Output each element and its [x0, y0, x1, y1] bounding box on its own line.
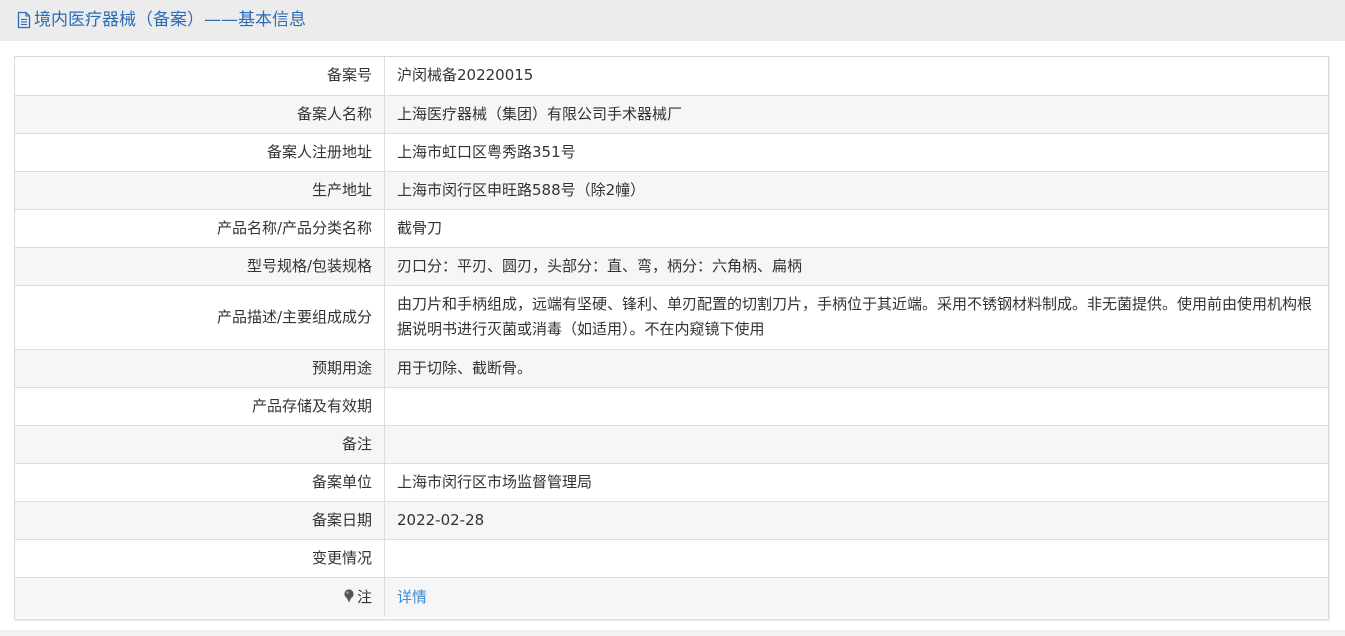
table-row: 备案单位 上海市闵行区市场监督管理局	[15, 463, 1328, 502]
note-label: 注	[15, 577, 385, 617]
table-row: 备案日期 2022-02-28	[15, 501, 1328, 540]
field-value: 2022-02-28	[384, 501, 1328, 540]
field-value: 截骨刀	[384, 209, 1328, 248]
note-label-text: 注	[356, 587, 372, 606]
document-icon	[17, 11, 31, 29]
field-label: 备案人注册地址	[15, 133, 385, 172]
field-value: 上海市闵行区市场监督管理局	[384, 463, 1328, 502]
table-row: 备案人注册地址 上海市虹口区粤秀路351号	[15, 133, 1328, 172]
info-table: 备案号 沪闵械备20220015 备案人名称 上海医疗器械（集团）有限公司手术器…	[15, 57, 1328, 617]
pin-icon	[344, 589, 354, 603]
field-label: 型号规格/包装规格	[15, 247, 385, 286]
info-panel: 备案号 沪闵械备20220015 备案人名称 上海医疗器械（集团）有限公司手术器…	[14, 56, 1329, 620]
table-row: 型号规格/包装规格 刃口分：平刃、圆刃，头部分：直、弯，柄分：六角柄、扁柄	[15, 247, 1328, 286]
page-header: 境内医疗器械（备案）——基本信息	[0, 0, 1345, 41]
field-label: 产品存储及有效期	[15, 387, 385, 426]
field-value	[384, 387, 1328, 426]
table-row: 生产地址 上海市闵行区申旺路588号（除2幢）	[15, 171, 1328, 210]
table-row: 备案人名称 上海医疗器械（集团）有限公司手术器械厂	[15, 95, 1328, 134]
details-link[interactable]: 详情	[397, 588, 427, 606]
table-row: 产品名称/产品分类名称 截骨刀	[15, 209, 1328, 248]
field-value: 上海市闵行区申旺路588号（除2幢）	[384, 171, 1328, 210]
field-label: 备案单位	[15, 463, 385, 502]
field-label: 备案人名称	[15, 95, 385, 134]
table-row: 产品描述/主要组成成分 由刀片和手柄组成，远端有坚硬、锋利、单刃配置的切割刀片，…	[15, 285, 1328, 350]
field-value	[384, 425, 1328, 464]
page-title: 境内医疗器械（备案）——基本信息	[16, 9, 306, 31]
field-value: 由刀片和手柄组成，远端有坚硬、锋利、单刃配置的切割刀片，手柄位于其近端。采用不锈…	[384, 285, 1328, 350]
note-row: 注 详情	[15, 577, 1328, 617]
note-value: 详情	[384, 577, 1328, 617]
field-label: 备案日期	[15, 501, 385, 540]
table-row: 备案号 沪闵械备20220015	[15, 57, 1328, 96]
field-label: 备注	[15, 425, 385, 464]
field-value: 刃口分：平刃、圆刃，头部分：直、弯，柄分：六角柄、扁柄	[384, 247, 1328, 286]
field-label: 备案号	[15, 57, 385, 96]
field-label: 变更情况	[15, 539, 385, 578]
field-value: 上海医疗器械（集团）有限公司手术器械厂	[384, 95, 1328, 134]
field-value: 上海市虹口区粤秀路351号	[384, 133, 1328, 172]
table-row: 产品存储及有效期	[15, 387, 1328, 426]
field-label: 产品名称/产品分类名称	[15, 209, 385, 248]
field-value: 用于切除、截断骨。	[384, 349, 1328, 388]
field-label: 产品描述/主要组成成分	[15, 285, 385, 350]
page-title-text: 境内医疗器械（备案）——基本信息	[34, 10, 306, 30]
table-row: 变更情况	[15, 539, 1328, 578]
bottom-divider	[0, 630, 1345, 636]
table-row: 备注	[15, 425, 1328, 464]
field-value	[384, 539, 1328, 578]
field-value: 沪闵械备20220015	[384, 57, 1328, 96]
field-label: 生产地址	[15, 171, 385, 210]
table-row: 预期用途 用于切除、截断骨。	[15, 349, 1328, 388]
field-label: 预期用途	[15, 349, 385, 388]
